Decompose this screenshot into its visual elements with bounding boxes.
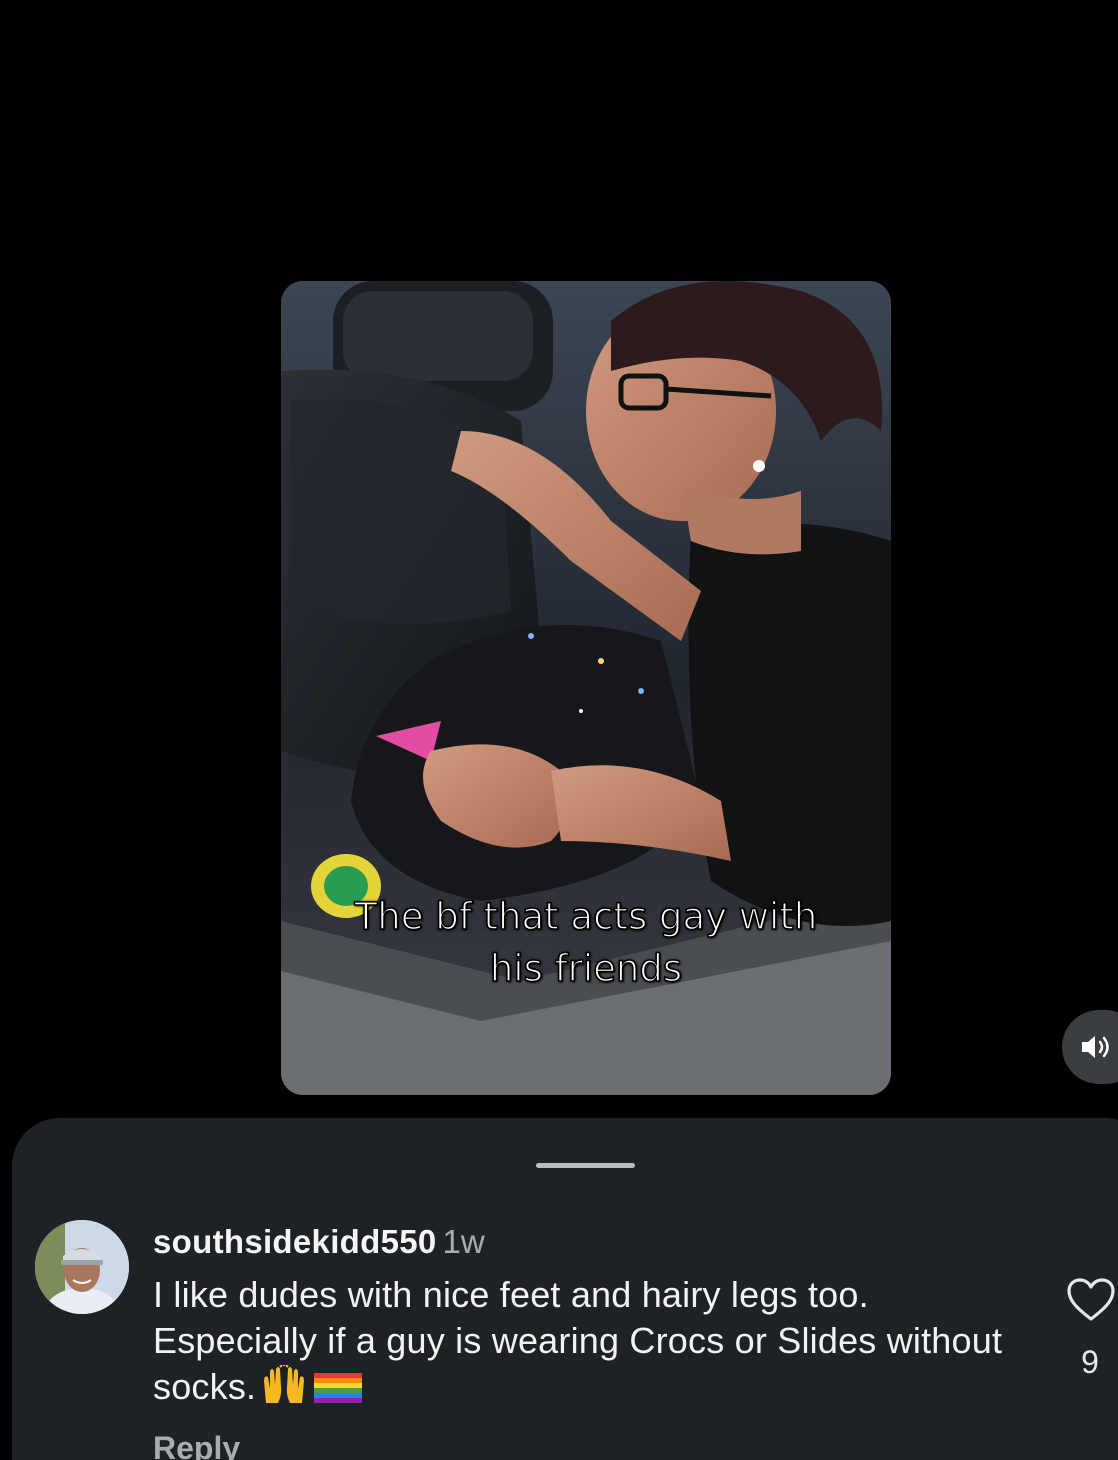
raising-hands-emoji: [260, 1363, 308, 1416]
rainbow-flag-emoji: [314, 1368, 363, 1414]
comment-timestamp: 1w: [442, 1223, 485, 1260]
speaker-on-icon: [1082, 1036, 1109, 1058]
heart-icon: [1067, 1278, 1115, 1321]
video-preview[interactable]: The bf that acts gay with his friends: [281, 281, 891, 1095]
video-caption: The bf that acts gay with his friends: [354, 894, 818, 991]
like-count: 9: [1081, 1344, 1099, 1380]
comment-username[interactable]: southsidekidd550: [153, 1223, 437, 1260]
user-photo-icon: [35, 1220, 129, 1314]
screen: The bf that acts gay with his friends so…: [0, 0, 1118, 1460]
sheet-drag-handle[interactable]: [536, 1163, 635, 1168]
like-button[interactable]: [1066, 1278, 1116, 1322]
comment-body: I like dudes with nice feet and hairy le…: [153, 1272, 1033, 1416]
avatar[interactable]: [35, 1220, 129, 1314]
reply-button[interactable]: Reply: [153, 1430, 240, 1460]
sound-toggle-button[interactable]: [1062, 1010, 1118, 1084]
comment-header: southsidekidd550 1w: [153, 1222, 1033, 1262]
comment: southsidekidd550 1w I like dudes with nic…: [153, 1222, 1033, 1416]
